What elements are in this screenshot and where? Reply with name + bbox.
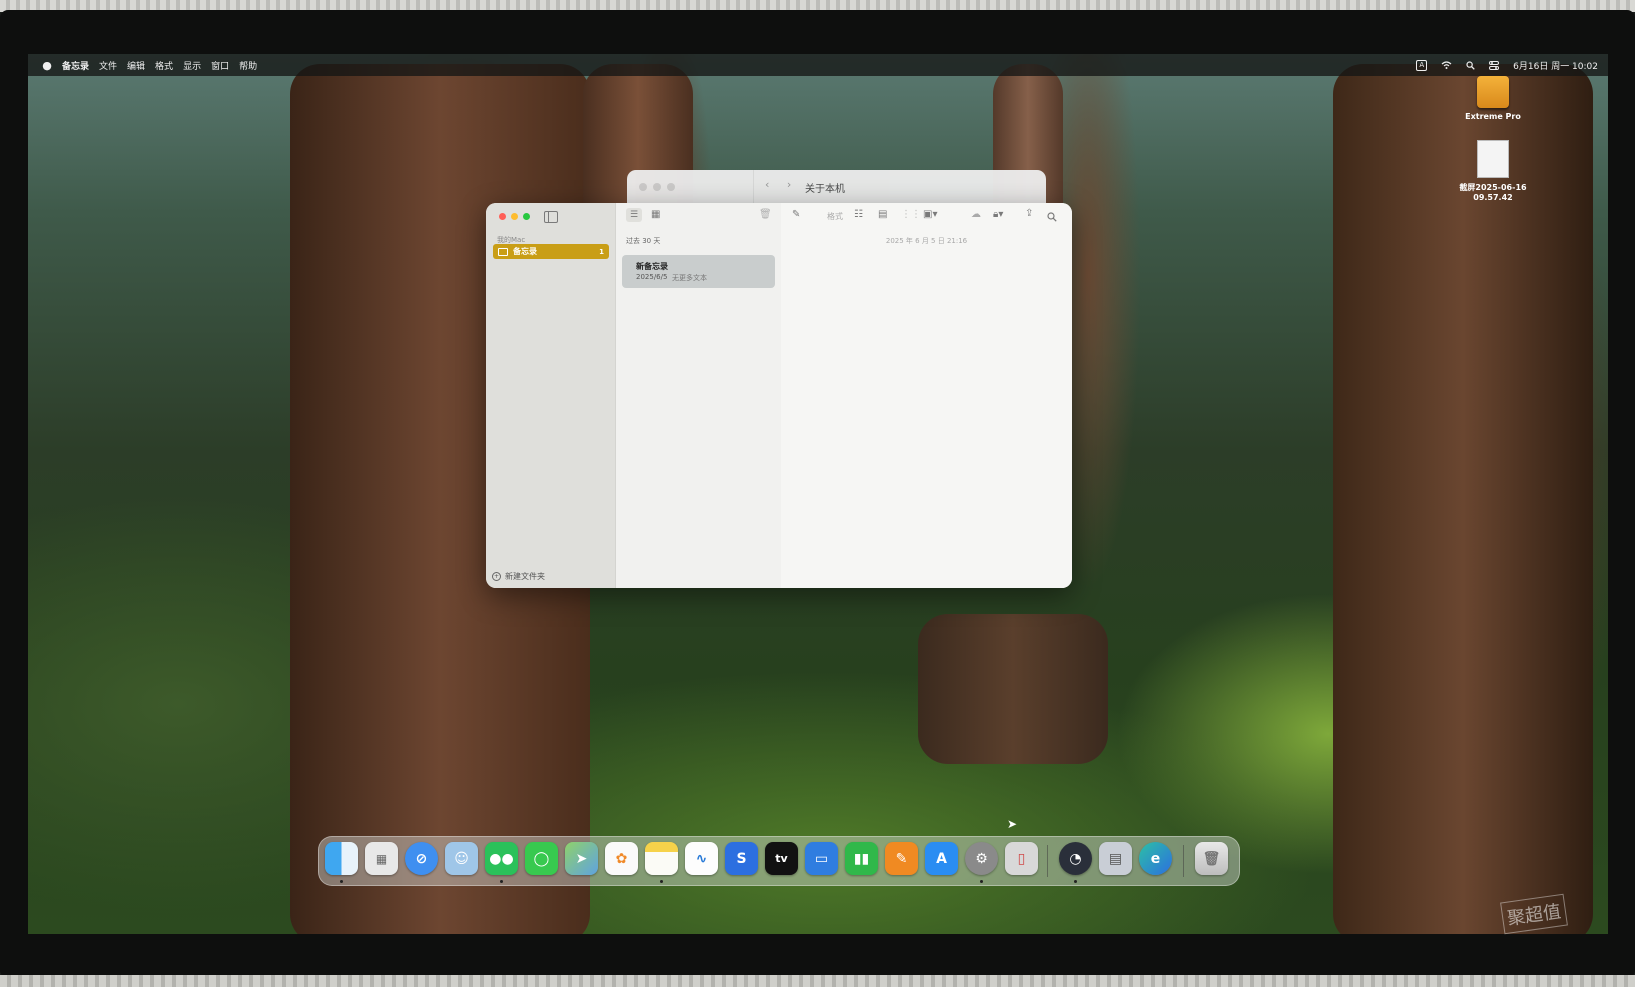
note-title: 新备忘录 — [636, 262, 668, 271]
messages-icon[interactable]: ◯ — [525, 842, 558, 875]
menu-view[interactable]: 显示 — [183, 59, 201, 72]
note-preview: 无更多文本 — [672, 274, 707, 282]
sidebar-folder-notes[interactable]: 备忘录 1 — [493, 244, 609, 259]
safari-icon[interactable]: ⊘ — [405, 842, 438, 875]
dock-separator — [1183, 845, 1184, 877]
system-settings-icon[interactable]: ⚙ — [965, 842, 998, 875]
sidebar-folder-count: 1 — [599, 247, 604, 256]
screenshot-label-line2: 09.57.42 — [1473, 193, 1513, 202]
about-close-button[interactable] — [639, 183, 647, 191]
notes-sidebar: 我的Mac 备忘录 1 + 新建文件夹 — [486, 203, 615, 588]
avatar-app-icon[interactable]: ☺ — [445, 842, 478, 875]
app-store-icon[interactable]: A — [925, 842, 958, 875]
close-button[interactable] — [499, 213, 506, 220]
notes-list: ☰ ▦ 🗑 过去 30 天 新备忘录 2025/6/5 无更多文本 — [615, 203, 782, 588]
spotlight-search-icon[interactable] — [1466, 60, 1475, 70]
list-group-header: 过去 30 天 — [626, 237, 661, 245]
apple-icon[interactable]: ● — [42, 59, 52, 72]
gallery-view-icon[interactable]: ▦ — [651, 209, 660, 220]
audio-icon[interactable]: ⋮⋮ — [901, 209, 921, 220]
screenshot-file-icon — [1477, 140, 1509, 178]
dock-separator — [1047, 845, 1048, 877]
trash-dock-icon[interactable]: 🗑 — [1195, 842, 1228, 875]
iphone-mirroring-icon[interactable]: ▯ — [1005, 842, 1038, 875]
screenshot-label-line1: 截屏2025-06-16 — [1459, 183, 1527, 192]
mouse-cursor-icon: ➤ — [1007, 817, 1018, 831]
notes-window[interactable]: 我的Mac 备忘录 1 + 新建文件夹 ☰ ▦ 🗑 过去 30 天 新备忘录 2… — [486, 203, 1072, 588]
about-traffic-lights — [639, 183, 675, 191]
maps-icon[interactable]: ➤ — [565, 842, 598, 875]
menu-format[interactable]: 格式 — [155, 59, 173, 72]
menu-edit[interactable]: 编辑 — [127, 59, 145, 72]
launchpad-icon[interactable]: ▦ — [365, 842, 398, 875]
wifi-icon[interactable] — [1441, 61, 1452, 69]
finder-icon[interactable] — [325, 842, 358, 875]
table-icon[interactable]: ▤ — [878, 209, 887, 220]
about-nav: ‹ › — [765, 178, 791, 191]
tree-trunk — [918, 614, 1108, 764]
running-indicator — [340, 880, 343, 883]
list-view-icon[interactable]: ☰ — [626, 208, 642, 222]
forward-chevron-icon[interactable]: › — [787, 178, 791, 191]
about-window-title: 关于本机 — [805, 184, 845, 195]
edge-browser-icon[interactable]: e — [1139, 842, 1172, 875]
checklist-icon[interactable]: ☷ — [854, 209, 863, 220]
running-indicator — [660, 880, 663, 883]
collaborate-icon[interactable]: ☁ — [971, 209, 981, 220]
note-editor[interactable]: ✎ 格式 ☷ ▤ ⋮⋮ ▣▾ ☁ 🔒︎▾ ⇪ 2025 年 6 月 5 日 21… — [781, 203, 1072, 588]
disk-utility-icon[interactable]: ▤ — [1099, 842, 1132, 875]
new-folder-label: 新建文件夹 — [505, 572, 545, 581]
tv-label: tv — [775, 852, 788, 865]
folder-icon — [498, 247, 508, 256]
notes-traffic-lights — [499, 213, 530, 220]
media-icon[interactable]: ▣▾ — [923, 209, 937, 220]
input-source-icon[interactable]: A — [1416, 59, 1428, 71]
control-center-icon[interactable] — [1489, 60, 1500, 70]
list-item[interactable]: 新备忘录 2025/6/5 无更多文本 — [622, 255, 775, 288]
pages-icon[interactable]: ✎ — [885, 842, 918, 875]
sidebar-toggle-icon[interactable] — [544, 211, 558, 223]
format-button[interactable]: 格式 — [827, 211, 843, 222]
freeform-icon[interactable]: ∿ — [685, 842, 718, 875]
numbers-icon[interactable]: ▮▮ — [845, 842, 878, 875]
desktop-drive-extreme-pro[interactable]: Extreme Pro — [1453, 76, 1533, 121]
keynote-icon[interactable]: ▭ — [805, 842, 838, 875]
lock-icon[interactable]: 🔒︎▾ — [993, 209, 1003, 220]
wall-background — [0, 975, 1635, 987]
back-chevron-icon[interactable]: ‹ — [765, 178, 769, 191]
apple-tv-icon[interactable]: tv — [765, 842, 798, 875]
new-folder-button[interactable]: + 新建文件夹 — [492, 571, 545, 582]
menu-app-name[interactable]: 备忘录 — [62, 59, 89, 72]
trash-icon[interactable]: 🗑 — [759, 209, 772, 220]
running-indicator — [1074, 880, 1077, 883]
sidebar-folder-label: 备忘录 — [513, 247, 537, 256]
menu-help[interactable]: 帮助 — [239, 59, 257, 72]
about-minimize-button[interactable] — [653, 183, 661, 191]
menu-file[interactable]: 文件 — [99, 59, 117, 72]
notes-icon[interactable] — [645, 842, 678, 875]
istat-menus-icon[interactable]: ◔ — [1059, 842, 1092, 875]
chat-app-icon[interactable]: S — [725, 842, 758, 875]
share-icon[interactable]: ⇪ — [1025, 208, 1033, 219]
desktop-drive-label: Extreme Pro — [1465, 112, 1521, 121]
minimize-button[interactable] — [511, 213, 518, 220]
running-indicator — [980, 880, 983, 883]
external-drive-icon — [1477, 76, 1509, 108]
about-zoom-button[interactable] — [667, 183, 675, 191]
desktop-screenshot-file[interactable]: 截屏2025-06-16 09.57.42 — [1453, 140, 1533, 202]
menu-bar: ● 备忘录 文件 编辑 格式 显示 窗口 帮助 A 6月16日 周一 10:02 — [28, 54, 1608, 76]
note-date: 2025/6/5 — [636, 273, 668, 281]
compose-icon[interactable]: ✎ — [792, 209, 800, 220]
dock: ▦ ⊘ ☺ ●● ◯ ➤ ✿ ∿ S tv ▭ ▮▮ ✎ A ⚙ ▯ ◔ ▤ e… — [318, 836, 1240, 886]
menu-clock[interactable]: 6月16日 周一 10:02 — [1513, 59, 1598, 72]
wechat-icon[interactable]: ●● — [485, 842, 518, 875]
photos-icon[interactable]: ✿ — [605, 842, 638, 875]
zoom-button[interactable] — [523, 213, 530, 220]
search-icon[interactable] — [1047, 212, 1057, 222]
note-timestamp: 2025 年 6 月 5 日 21:16 — [885, 237, 968, 245]
running-indicator — [500, 880, 503, 883]
menu-window[interactable]: 窗口 — [211, 59, 229, 72]
plus-circle-icon: + — [492, 572, 501, 581]
